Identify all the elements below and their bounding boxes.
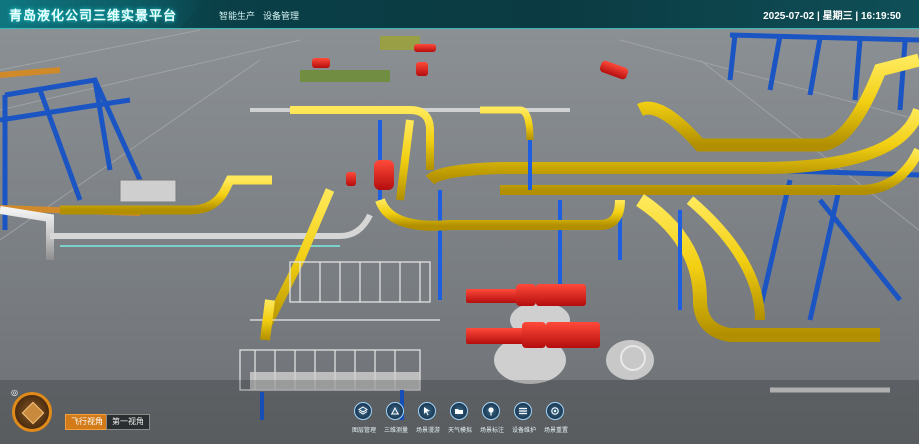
- time-text: 16:19:50: [860, 11, 901, 22]
- datetime-display: 2025-07-02 | 星期三 | 16:19:50: [763, 7, 901, 22]
- 3d-scene-viewport[interactable]: [0, 0, 919, 444]
- cube-icon: [21, 401, 45, 425]
- tool-equipment-maintenance[interactable]: 设备维护: [508, 402, 540, 442]
- header-bar: 青岛液化公司三维实景平台 智能生产 设备管理 2025-07-02 | 星期三 …: [0, 0, 919, 29]
- folder-icon: [450, 402, 468, 420]
- app-window: 青岛液化公司三维实景平台 智能生产 设备管理 2025-07-02 | 星期三 …: [0, 0, 919, 444]
- first-person-view-button[interactable]: 第一视角: [106, 414, 150, 430]
- bottom-toolbar: 图层管理 三维测量 场景漫游 天气模拟 场景标注 设备维护 场景重置: [348, 402, 572, 442]
- measure-icon: [386, 402, 404, 420]
- tool-scene-reset[interactable]: 场景重置: [540, 402, 572, 442]
- pin-icon: [482, 402, 500, 420]
- tool-scene-roaming[interactable]: 场景漫游: [412, 402, 444, 442]
- view-cube-icon[interactable]: [12, 392, 52, 432]
- fly-view-button[interactable]: 飞行视角: [65, 414, 109, 430]
- reset-icon: [546, 402, 564, 420]
- nav-item-intelligent-production[interactable]: 智能生产: [219, 9, 255, 22]
- title-panel: 青岛液化公司三维实景平台: [0, 0, 205, 28]
- nav-item-equipment-management[interactable]: 设备管理: [263, 9, 299, 22]
- cursor-icon: [418, 402, 436, 420]
- tool-weather-simulation[interactable]: 天气模拟: [444, 402, 476, 442]
- date-text: 2025-07-02: [763, 11, 815, 22]
- tool-layer-management[interactable]: 图层管理: [348, 402, 380, 442]
- tool-3d-measure[interactable]: 三维测量: [380, 402, 412, 442]
- app-title: 青岛液化公司三维实景平台: [9, 8, 178, 23]
- stack-icon: [514, 402, 532, 420]
- datetime-separator: |: [852, 11, 861, 22]
- layers-icon: [354, 402, 372, 420]
- datetime-separator: |: [814, 11, 823, 22]
- tool-scene-annotation[interactable]: 场景标注: [476, 402, 508, 442]
- tool-label: 场景重置: [543, 428, 568, 434]
- weekday-text: 星期三: [822, 11, 853, 22]
